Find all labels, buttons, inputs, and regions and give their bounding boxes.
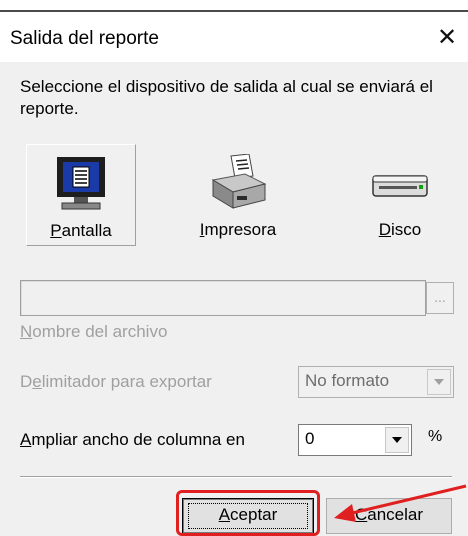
annotation-arrow: [334, 484, 467, 522]
